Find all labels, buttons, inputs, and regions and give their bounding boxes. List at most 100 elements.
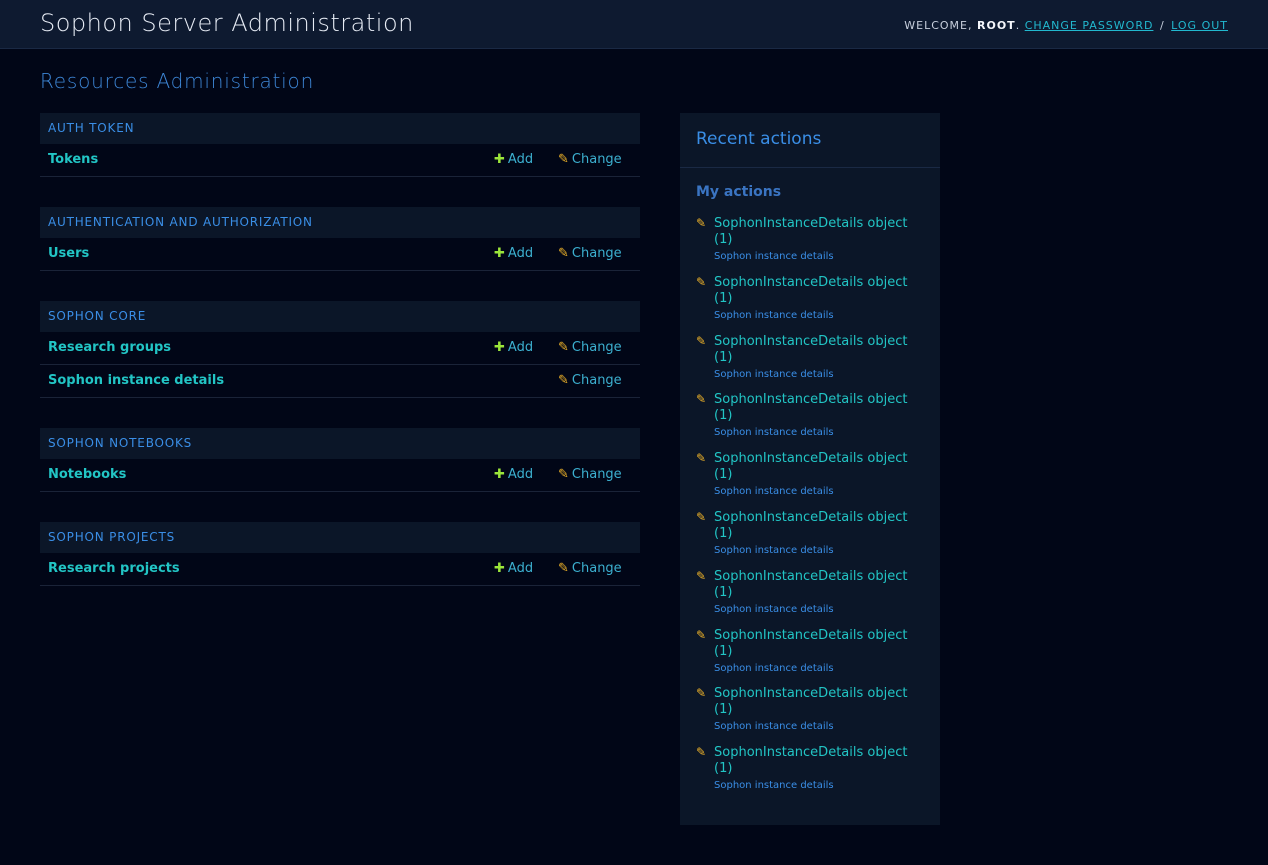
action-content-type: Sophon instance details [714, 544, 834, 556]
add-users-button[interactable]: ✚ Add [494, 246, 533, 261]
pencil-icon: ✎ [696, 745, 707, 760]
model-link-users[interactable]: Users [48, 246, 89, 261]
action-link[interactable]: SophonInstanceDetails object (1) [714, 510, 924, 542]
model-row-users: Users ✚ Add ✎ Change [40, 238, 640, 271]
plus-icon: ✚ [494, 561, 505, 576]
change-label: Change [571, 561, 622, 576]
page-title: Resources Administration [40, 69, 315, 93]
header: Sophon Server Administration Welcome, ro… [0, 0, 1268, 49]
add-label: Add [507, 340, 534, 355]
change-notebooks-button[interactable]: ✎ Change [558, 467, 622, 482]
add-research-projects-button[interactable]: ✚ Add [494, 561, 533, 576]
module-sophon-notebooks: Sophon Notebooks Notebooks ✚ Add ✎ Change [40, 428, 640, 492]
action-item: ✎ SophonInstanceDetails object (1) Sophon … [696, 451, 924, 510]
plus-icon: ✚ [494, 152, 505, 167]
action-link[interactable]: SophonInstanceDetails object (1) [714, 628, 924, 660]
action-link[interactable]: SophonInstanceDetails object (1) [714, 216, 924, 248]
module-authentication: Authentication and Authorization Users ✚… [40, 207, 640, 271]
module-caption[interactable]: Sophon Core [40, 301, 640, 332]
action-content-type: Sophon instance details [714, 427, 834, 439]
action-list: ✎ SophonInstanceDetails object (1) Sophon … [680, 200, 940, 804]
action-content-type: Sophon instance details [714, 603, 834, 615]
change-password-link[interactable]: Change password [1025, 19, 1154, 32]
change-tokens-button[interactable]: ✎ Change [558, 152, 622, 167]
action-item: ✎ SophonInstanceDetails object (1) Sophon … [696, 392, 924, 451]
pencil-icon: ✎ [696, 568, 707, 583]
module-sophon-core: Sophon Core Research groups ✚ Add ✎ Change… [40, 301, 640, 398]
username: root [977, 19, 1016, 32]
pencil-icon: ✎ [696, 509, 707, 524]
module-caption[interactable]: Sophon Projects [40, 522, 640, 553]
model-row-research-projects: Research projects ✚ Add ✎ Change [40, 553, 640, 586]
add-label: Add [507, 561, 534, 576]
change-sophon-instance-details-button[interactable]: ✎ Change [558, 373, 622, 388]
add-label: Add [507, 246, 534, 261]
user-tools: Welcome, root. Change password / Log out [904, 19, 1228, 32]
action-item: ✎ SophonInstanceDetails object (1) Sophon … [696, 334, 924, 393]
change-research-projects-button[interactable]: ✎ Change [558, 561, 622, 576]
pencil-icon: ✎ [696, 216, 707, 230]
action-item: ✎ SophonInstanceDetails object (1) Sophon … [696, 275, 924, 334]
model-row-notebooks: Notebooks ✚ Add ✎ Change [40, 459, 640, 492]
action-content-type: Sophon instance details [714, 251, 834, 262]
action-link[interactable]: SophonInstanceDetails object (1) [714, 686, 924, 718]
my-actions-heading: My actions [696, 184, 782, 200]
change-label: Change [571, 340, 622, 355]
add-tokens-button[interactable]: ✚ Add [494, 152, 533, 167]
model-link-tokens[interactable]: Tokens [48, 152, 98, 167]
add-research-groups-button[interactable]: ✚ Add [494, 340, 533, 355]
pencil-icon: ✎ [696, 392, 707, 407]
action-link[interactable]: SophonInstanceDetails object (1) [714, 275, 924, 307]
pencil-icon: ✎ [558, 467, 569, 482]
module-caption[interactable]: Authentication and Authorization [40, 207, 640, 238]
change-label: Change [571, 152, 622, 167]
pencil-icon: ✎ [696, 627, 707, 642]
model-row-tokens: Tokens ✚ Add ✎ Change [40, 144, 640, 177]
action-content-type: Sophon instance details [714, 368, 834, 380]
add-label: Add [507, 152, 534, 167]
plus-icon: ✚ [494, 340, 505, 355]
action-content-type: Sophon instance details [714, 780, 834, 792]
add-notebooks-button[interactable]: ✚ Add [494, 467, 533, 482]
action-content-type: Sophon instance details [714, 486, 834, 498]
add-label: Add [507, 467, 534, 482]
model-link-sophon-instance-details[interactable]: Sophon instance details [48, 373, 224, 388]
model-link-research-groups[interactable]: Research groups [48, 340, 171, 355]
app-list: Auth Token Tokens ✚ Add ✎ Change Authentic… [40, 113, 640, 616]
action-item: ✎ SophonInstanceDetails object (1) Sophon … [696, 510, 924, 569]
change-users-button[interactable]: ✎ Change [558, 246, 622, 261]
action-content-type: Sophon instance details [714, 721, 834, 733]
pencil-icon: ✎ [696, 451, 707, 466]
action-link[interactable]: SophonInstanceDetails object (1) [714, 569, 924, 601]
module-sophon-projects: Sophon Projects Research projects ✚ Add ✎… [40, 522, 640, 586]
module-caption[interactable]: Auth Token [40, 113, 640, 144]
action-item: ✎ SophonInstanceDetails object (1) Sophon … [696, 569, 924, 628]
module-caption[interactable]: Sophon Notebooks [40, 428, 640, 459]
change-research-groups-button[interactable]: ✎ Change [558, 340, 622, 355]
logout-link[interactable]: Log out [1171, 19, 1228, 32]
recent-actions-title: Recent actions [680, 113, 940, 168]
action-link[interactable]: SophonInstanceDetails object (1) [714, 392, 924, 424]
pencil-icon: ✎ [696, 333, 707, 348]
action-link[interactable]: SophonInstanceDetails object (1) [714, 334, 924, 366]
model-row-sophon-instance-details: Sophon instance details ✎ Change [40, 365, 640, 398]
pencil-icon: ✎ [558, 340, 569, 355]
action-content-type: Sophon instance details [714, 662, 834, 674]
action-item: ✎ SophonInstanceDetails object (1) Sophon … [696, 628, 924, 687]
action-link[interactable]: SophonInstanceDetails object (1) [714, 745, 924, 777]
change-label: Change [571, 467, 622, 482]
model-link-research-projects[interactable]: Research projects [48, 561, 180, 576]
change-label: Change [571, 373, 622, 388]
model-link-notebooks[interactable]: Notebooks [48, 467, 126, 482]
recent-actions-panel: Recent actions My actions ✎ SophonInstanc… [680, 113, 940, 825]
pencil-icon: ✎ [696, 686, 707, 701]
action-link[interactable]: SophonInstanceDetails object (1) [714, 451, 924, 483]
action-item: ✎ SophonInstanceDetails object (1) Sophon … [696, 216, 924, 275]
module-auth-token: Auth Token Tokens ✚ Add ✎ Change [40, 113, 640, 177]
plus-icon: ✚ [494, 246, 505, 261]
pencil-icon: ✎ [696, 274, 707, 289]
action-content-type: Sophon instance details [714, 309, 834, 321]
welcome-text: Welcome, [904, 19, 973, 32]
site-name[interactable]: Sophon Server Administration [40, 9, 414, 37]
pencil-icon: ✎ [558, 152, 569, 167]
